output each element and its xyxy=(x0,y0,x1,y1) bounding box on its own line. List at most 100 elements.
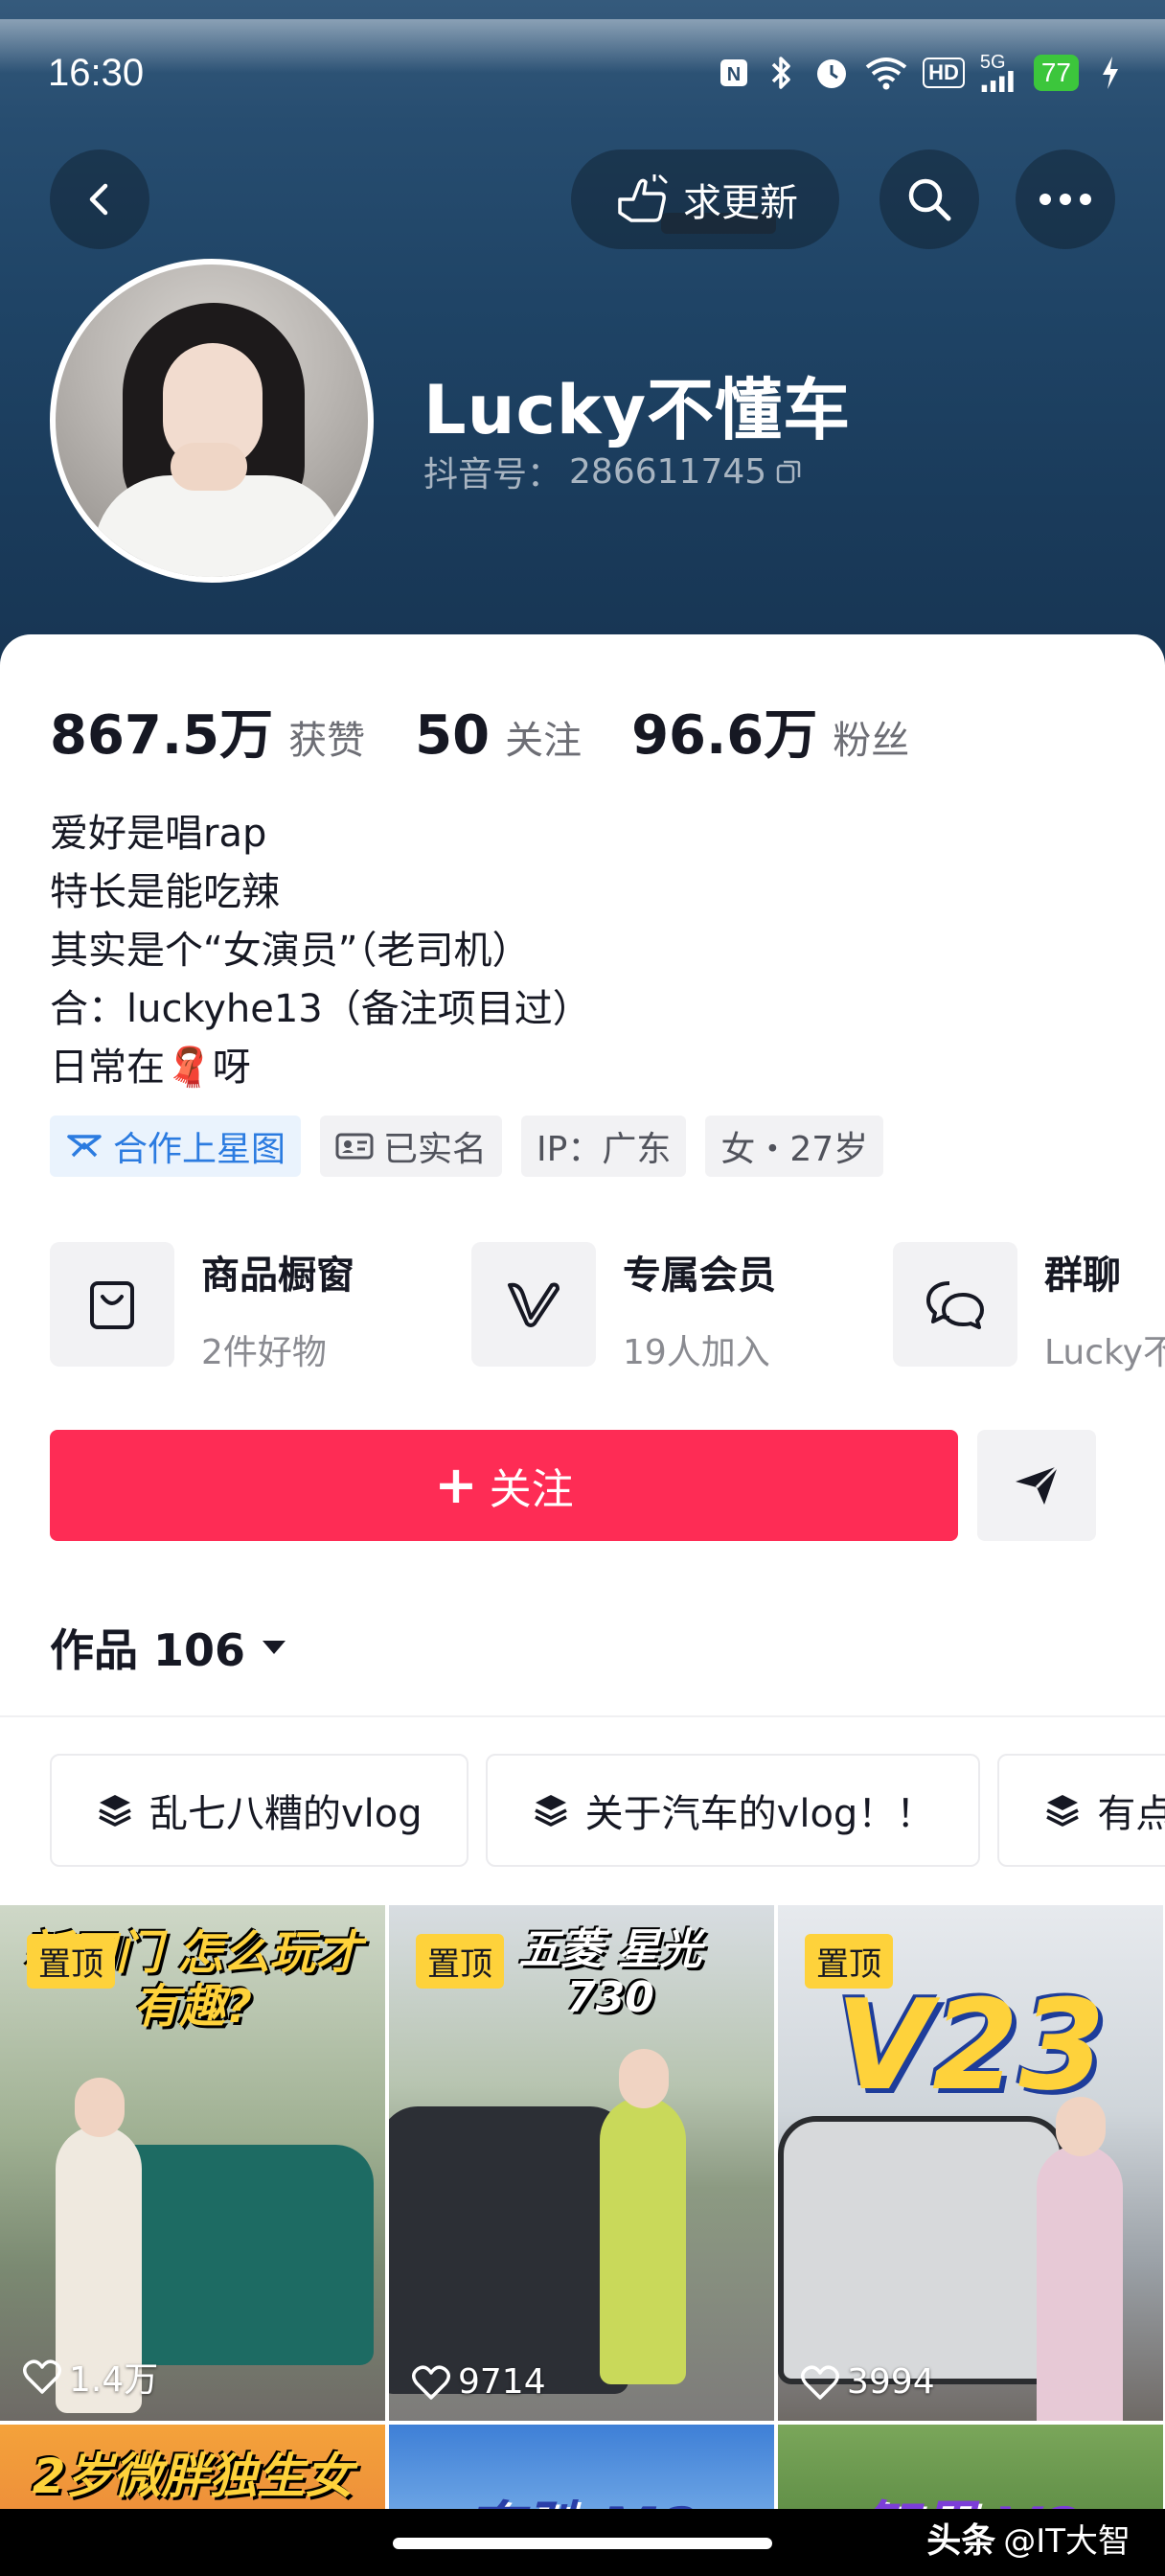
following-label[interactable]: 关注 xyxy=(505,709,582,765)
alarm-icon xyxy=(813,54,850,92)
collection-label: 关于汽车的vlog！！ xyxy=(584,1792,935,1836)
caret-down-icon xyxy=(263,1641,286,1654)
request-update-button[interactable]: 求更新 xyxy=(571,150,839,249)
send-plane-icon xyxy=(1016,1464,1060,1505)
bio-line: 合：luckyhe13（备注项目过） xyxy=(50,987,591,1031)
search-button[interactable] xyxy=(879,150,979,249)
douyin-id-label: 抖音号： xyxy=(423,455,562,494)
likes-label[interactable]: 获赞 xyxy=(288,709,365,765)
battery-indicator: 77 xyxy=(1033,55,1079,91)
video-title: V23 xyxy=(835,1972,1106,2118)
video-title: 2岁微胖独生女 xyxy=(32,2449,354,2504)
layers-icon xyxy=(534,1795,567,1827)
avatar-shirt xyxy=(94,475,343,577)
profile-banner: 16:30 N HD 5G 77 求更新 Lucky不懂车 抖音号： 28661… xyxy=(0,0,1165,671)
vip-icon-box xyxy=(471,1242,596,1367)
video-person xyxy=(600,2049,686,2384)
wifi-icon xyxy=(865,54,907,92)
following-count[interactable]: 50 xyxy=(415,704,490,767)
feature-subtitle: 19人加入 xyxy=(623,1333,770,1372)
works-tab[interactable]: 作品 106 xyxy=(50,1616,287,1679)
hd-icon: HD xyxy=(923,58,965,88)
heart-icon xyxy=(23,2359,61,2394)
profile-stats: 867.5万 获赞 50 关注 96.6万 粉丝 xyxy=(50,692,959,770)
feature-row: 商品橱窗 2件好物 专属会员 19人加入 群聊 Lucky不 xyxy=(50,1242,1165,1376)
nfc-icon: N xyxy=(718,54,750,92)
pin-badge: 置顶 xyxy=(805,1934,893,1989)
works-label: 作品 106 xyxy=(50,1624,246,1676)
request-update-label: 求更新 xyxy=(683,181,798,225)
svg-text:N: N xyxy=(727,64,741,85)
bio-line: 特长是能吃辣 xyxy=(50,870,280,914)
video-grid: 新四门 怎么玩才有趣? 置顶 1.4万 五菱 星光730 置顶 9714 V23… xyxy=(0,1905,1165,2576)
profile-name: Lucky不懂车 xyxy=(423,371,852,449)
tag-star-map[interactable]: 合作上星图 xyxy=(50,1116,302,1177)
douyin-id-row[interactable]: 抖音号： 286611745 xyxy=(423,447,803,496)
search-icon xyxy=(908,178,951,221)
likes-count: 1.4万 xyxy=(69,2360,159,2400)
video-card[interactable]: 五菱 星光730 置顶 9714 xyxy=(389,1905,774,2421)
video-likes: 9714 xyxy=(412,2362,546,2402)
watermark-brand: 头条 xyxy=(926,2521,996,2561)
likes-count[interactable]: 867.5万 xyxy=(50,692,273,770)
profile-screen: 16:30 N HD 5G 77 求更新 Lucky不懂车 抖音号： 28661… xyxy=(0,0,1165,2576)
layers-icon xyxy=(99,1795,131,1827)
feature-group-chat[interactable]: 群聊 Lucky不 xyxy=(893,1242,1165,1374)
chat-icon-box xyxy=(893,1242,1017,1367)
vip-v-icon xyxy=(508,1282,560,1327)
feature-shop-window[interactable]: 商品橱窗 2件好物 xyxy=(50,1242,354,1374)
copy-icon[interactable] xyxy=(774,457,803,486)
chat-bubbles-icon xyxy=(926,1281,984,1329)
tag-label: 合作上星图 xyxy=(113,1130,286,1169)
plus-icon: + xyxy=(434,1455,478,1515)
network-type: 5G xyxy=(979,52,1006,73)
video-likes: 3994 xyxy=(801,2362,935,2402)
id-card-icon xyxy=(335,1133,374,1160)
shopping-bag-icon xyxy=(90,1281,134,1329)
collection-chip[interactable]: 乱七八糟的vlog xyxy=(50,1754,468,1867)
followers-label[interactable]: 粉丝 xyxy=(833,709,909,765)
video-card[interactable]: 新四门 怎么玩才有趣? 置顶 1.4万 xyxy=(0,1905,385,2421)
collection-chip[interactable]: 关于汽车的vlog！！ xyxy=(485,1754,981,1867)
heart-icon xyxy=(412,2364,450,2400)
watermark: 头条 @IT大智 xyxy=(926,2513,1131,2563)
share-button[interactable] xyxy=(977,1430,1096,1541)
layers-icon xyxy=(1046,1795,1080,1827)
feature-subtitle: Lucky不 xyxy=(1044,1333,1165,1372)
bio-line: 爱好是唱rap xyxy=(50,812,267,856)
star-map-icon xyxy=(67,1135,102,1158)
charging-icon xyxy=(1094,54,1127,92)
tag-label: 已实名 xyxy=(383,1130,488,1169)
shopping-bag-icon-box xyxy=(50,1242,174,1367)
tag-ip: IP：广东 xyxy=(521,1116,687,1177)
video-likes: 1.4万 xyxy=(23,2352,158,2402)
profile-sheet: 867.5万 获赞 50 关注 96.6万 粉丝 爱好是唱rap 特长是能吃辣 … xyxy=(0,634,1165,2576)
profile-bio: 爱好是唱rap 特长是能吃辣 其实是个“女演员”（老司机） 合：luckyhe1… xyxy=(50,805,591,1097)
douyin-id: 286611745 xyxy=(569,451,767,492)
poke-hand-icon xyxy=(618,174,668,222)
tag-label: IP：广东 xyxy=(537,1130,672,1169)
feature-title: 商品橱窗 xyxy=(201,1254,354,1298)
collections-row: 乱七八糟的vlog 关于汽车的vlog！！ 有点无 xyxy=(50,1754,1165,1867)
avatar[interactable] xyxy=(50,259,374,583)
avatar-hand xyxy=(171,443,247,491)
video-card[interactable]: V23 置顶 3994 xyxy=(778,1905,1163,2421)
status-icons: N HD 5G 77 xyxy=(718,46,1127,100)
back-button[interactable] xyxy=(50,150,149,249)
bio-line: 其实是个“女演员”（老司机） xyxy=(50,929,531,973)
pin-badge: 置顶 xyxy=(27,1934,115,1989)
chevron-left-icon xyxy=(89,183,108,216)
bio-line: 日常在🧣呀 xyxy=(50,1046,251,1090)
followers-count[interactable]: 96.6万 xyxy=(631,692,817,770)
collection-label: 有点无 xyxy=(1097,1792,1165,1836)
collection-chip[interactable]: 有点无 xyxy=(997,1754,1165,1867)
home-indicator[interactable] xyxy=(393,2538,772,2549)
tag-gender-age: 女・27岁 xyxy=(705,1116,884,1177)
collection-label: 乱七八糟的vlog xyxy=(149,1792,423,1836)
tag-verified[interactable]: 已实名 xyxy=(320,1116,503,1177)
video-car xyxy=(778,2116,1065,2384)
follow-button[interactable]: + 关注 xyxy=(50,1430,958,1541)
feature-membership[interactable]: 专属会员 19人加入 xyxy=(471,1242,776,1374)
more-button[interactable] xyxy=(1016,150,1115,249)
tag-label: 女・27岁 xyxy=(720,1130,869,1169)
